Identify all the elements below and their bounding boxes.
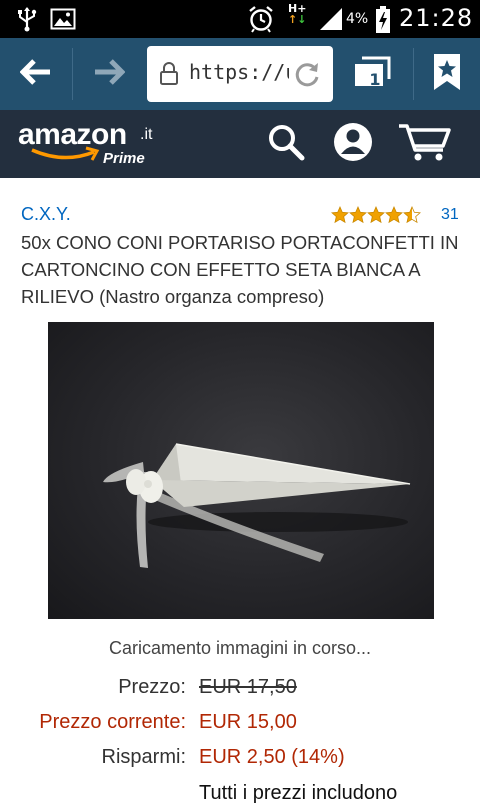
cone-product-illustration bbox=[103, 443, 411, 568]
cart-button[interactable] bbox=[397, 110, 453, 178]
savings-label: Risparmi: bbox=[101, 746, 186, 768]
clock: 21:28 bbox=[399, 4, 474, 32]
url-text: https://u bbox=[189, 60, 289, 84]
status-bar: H+ ↑↓ 4% 21:28 bbox=[0, 0, 480, 38]
forward-arrow-icon bbox=[93, 58, 126, 90]
gallery-icon bbox=[50, 8, 76, 35]
search-button[interactable] bbox=[266, 110, 306, 178]
amazon-smile-icon bbox=[30, 146, 102, 169]
star-rating-icon bbox=[331, 206, 421, 223]
tax-note: Tutti i prezzi includono bbox=[199, 782, 398, 804]
address-bar[interactable]: https://u bbox=[147, 46, 333, 102]
savings-row: Risparmi: EUR 2,50 (14%) bbox=[0, 746, 480, 776]
review-count-link[interactable]: 31 bbox=[441, 206, 459, 224]
back-arrow-icon bbox=[19, 58, 52, 90]
image-loading-message: Caricamento immagini in corso... bbox=[108, 638, 372, 658]
amazon-header: amazon .it Prime bbox=[0, 110, 480, 178]
browser-toolbar: https://u 1 bbox=[0, 38, 480, 110]
current-price-label: Prezzo corrente: bbox=[39, 711, 186, 733]
product-image[interactable] bbox=[48, 322, 434, 619]
list-price-value: EUR 17,50 bbox=[199, 676, 297, 698]
alarm-icon bbox=[248, 5, 274, 38]
forward-button[interactable] bbox=[73, 38, 145, 110]
usb-icon bbox=[16, 6, 38, 37]
battery-percent: 4% bbox=[346, 11, 369, 27]
battery-charging-icon bbox=[375, 6, 391, 39]
current-price-row: Prezzo corrente: EUR 15,00 bbox=[0, 711, 480, 741]
star-rating[interactable] bbox=[331, 206, 423, 229]
prime-label: Prime bbox=[103, 150, 145, 167]
signal-icon bbox=[318, 6, 344, 37]
bookmark-star-icon bbox=[432, 52, 462, 97]
tab-count: 1 bbox=[369, 70, 381, 89]
lock-icon bbox=[159, 62, 179, 91]
bookmark-button[interactable] bbox=[414, 38, 480, 110]
cart-icon bbox=[397, 120, 453, 169]
current-price-value: EUR 15,00 bbox=[199, 711, 297, 733]
network-type-indicator: H+ ↑↓ bbox=[288, 2, 307, 26]
account-icon bbox=[332, 121, 374, 168]
refresh-icon[interactable] bbox=[293, 60, 321, 93]
back-button[interactable] bbox=[0, 38, 72, 110]
account-button[interactable] bbox=[332, 110, 374, 178]
list-price-label: Prezzo: bbox=[118, 676, 186, 698]
amazon-logo-tld: .it bbox=[140, 126, 153, 143]
search-icon bbox=[266, 122, 306, 167]
savings-value: EUR 2,50 (14%) bbox=[199, 746, 345, 768]
brand-link[interactable]: C.X.Y. bbox=[21, 204, 71, 225]
product-title: 50x CONO CONI PORTARISO PORTACONFETTI IN… bbox=[21, 232, 459, 307]
list-price-row: Prezzo: EUR 17,50 bbox=[0, 676, 480, 706]
